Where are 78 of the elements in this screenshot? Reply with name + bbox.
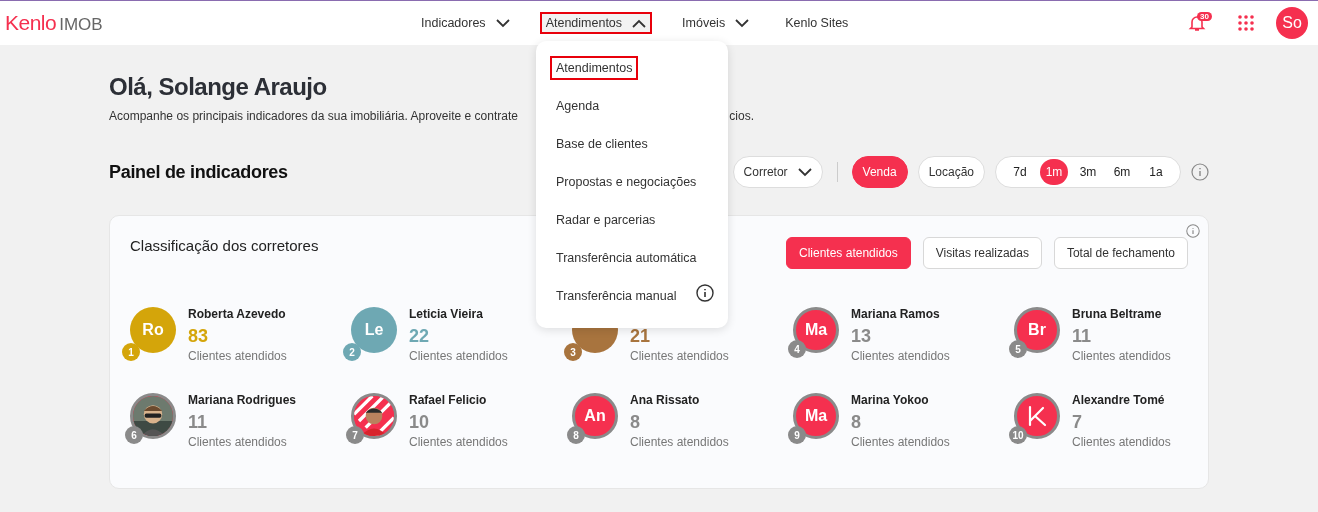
rank-badge: 7: [346, 426, 364, 444]
rank-badge: 2: [343, 343, 361, 361]
agent-count: 10: [409, 411, 431, 434]
agent-name: Leticia Vieira: [409, 307, 484, 323]
rank-badge: 4: [788, 340, 806, 358]
menu-item[interactable]: Atendimentos: [550, 56, 639, 80]
agent-count: 7: [1072, 411, 1083, 434]
rank-badge: 6: [125, 426, 143, 444]
rank-badge: 5: [1009, 340, 1027, 358]
nav-menu-item[interactable]: Imóveis: [676, 12, 756, 34]
agent-count: 11: [1072, 325, 1093, 348]
card-title: Classificação dos corretores: [130, 237, 319, 254]
period-option[interactable]: 1a: [1142, 159, 1170, 185]
agent-name: Bruna Beltrame: [1072, 307, 1163, 323]
agent-caption: Clientes atendidos: [409, 435, 508, 449]
agent-name: Ana Rissato: [630, 393, 701, 409]
menu-item[interactable]: Radar e parcerias: [550, 208, 662, 232]
nav-menu-item[interactable]: Kenlo Sites: [779, 12, 855, 34]
rank-badge: 8: [567, 426, 585, 444]
period-option[interactable]: 6m: [1108, 159, 1136, 185]
menu-item[interactable]: Transferência automática: [550, 246, 703, 270]
agent-caption: Clientes atendidos: [630, 349, 729, 363]
rank-badge: 1: [122, 343, 140, 361]
broker-select[interactable]: Corretor: [732, 156, 823, 188]
agent-name: Roberta Azevedo: [188, 307, 287, 323]
agent-count: 8: [851, 411, 862, 434]
agent-name: Mariana Rodrigues: [188, 393, 297, 409]
subtitle-text: cios.: [729, 109, 754, 123]
chevron-down-icon: [495, 18, 510, 28]
agent-name: Rafael Felicio: [409, 393, 488, 409]
chevron-up-icon: [632, 18, 647, 28]
subtitle-text: Acompanhe os principais indicadores da sua imobiliária. Aproveite e contrate: [109, 109, 518, 123]
metric-tab[interactable]: Clientes atendidos: [786, 237, 911, 269]
metric-tab[interactable]: Visitas realizadas: [922, 237, 1042, 269]
info-icon[interactable]: [696, 284, 715, 302]
brand-logo[interactable]: Kenlo: [5, 11, 57, 35]
agent-caption: Clientes atendidos: [1072, 349, 1171, 363]
menu-item[interactable]: Agenda: [550, 94, 606, 118]
menu-item[interactable]: Transferência manual: [550, 284, 683, 308]
notification-count: 30: [1197, 12, 1212, 21]
rank-badge: 3: [564, 343, 582, 361]
agent-caption: Clientes atendidos: [188, 435, 288, 449]
agent-count: 83: [188, 325, 210, 348]
agent-count: 8: [630, 411, 641, 434]
menu-item[interactable]: Propostas e negociações: [550, 170, 703, 194]
chevron-down-icon: [735, 18, 750, 28]
nav-menu-item[interactable]: Atendimentos: [539, 12, 653, 34]
notification-button[interactable]: 30: [1188, 12, 1216, 34]
chevron-down-icon: [797, 167, 812, 177]
product-name: IMOB: [59, 15, 103, 35]
agent-caption: Clientes atendidos: [188, 349, 287, 363]
agent-count: 21: [630, 325, 652, 348]
agent-name: Alexandre Tomé: [1072, 393, 1166, 409]
agent-caption: Clientes atendidos: [1072, 435, 1171, 449]
agent-caption: Clientes atendidos: [851, 349, 950, 363]
metric-tab[interactable]: Total de fechamento: [1053, 237, 1188, 269]
agent-count: 13: [851, 325, 873, 348]
user-avatar[interactable]: So: [1276, 7, 1308, 39]
period-option[interactable]: 7d: [1006, 159, 1034, 185]
agent-caption: Clientes atendidos: [851, 435, 950, 449]
greeting-heading: Olá, Solange Araujo: [109, 73, 328, 101]
k-logo-icon: [1026, 405, 1048, 427]
apps-grid-icon[interactable]: [1238, 15, 1254, 31]
menu-item[interactable]: Base de clientes: [550, 132, 654, 156]
agent-caption: Clientes atendidos: [409, 349, 508, 363]
agent-caption: Clientes atendidos: [630, 435, 729, 449]
panel-title: Painel de indicadores: [109, 161, 288, 183]
agent-count: 11: [188, 411, 209, 434]
rank-badge: 9: [788, 426, 806, 444]
agent-count: 22: [409, 325, 431, 348]
business-toggle[interactable]: Venda: [851, 156, 908, 188]
business-toggle[interactable]: Locação: [917, 156, 985, 188]
rank-badge: 10: [1009, 426, 1027, 444]
agent-name: Marina Yokoo: [851, 393, 930, 409]
nav-menu-item[interactable]: Indicadores: [415, 12, 516, 34]
period-option[interactable]: 1m: [1040, 159, 1068, 185]
period-option[interactable]: 3m: [1074, 159, 1102, 185]
agent-name: Mariana Ramos: [851, 307, 941, 323]
